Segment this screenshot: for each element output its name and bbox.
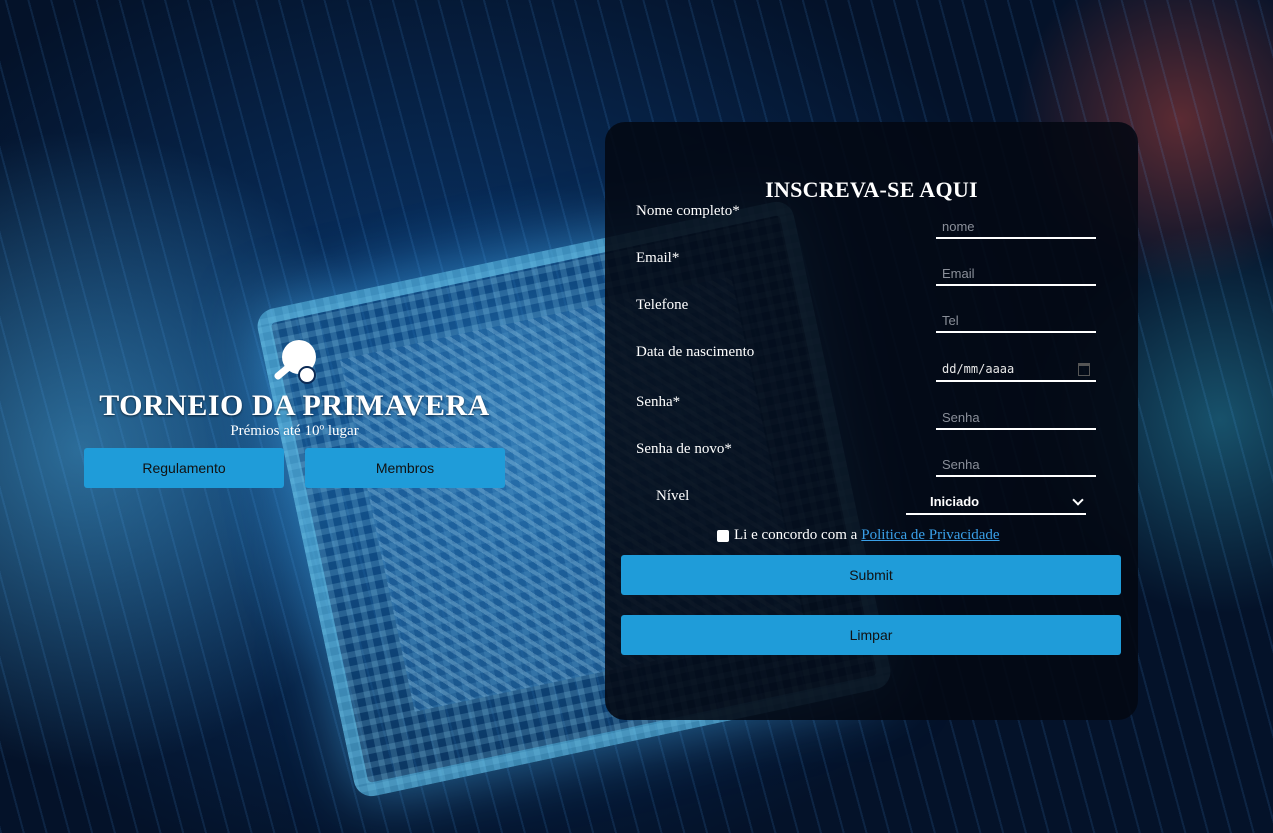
form-title: INSCREVA-SE AQUI — [765, 177, 978, 202]
ping-pong-icon — [269, 335, 321, 387]
calendar-icon[interactable] — [1078, 362, 1090, 376]
hero-subtitle: Prémios até 10º lugar — [230, 423, 359, 439]
name-label: Nome completo* — [636, 203, 740, 219]
consent-text: Li e concordo com a — [734, 527, 858, 543]
birthdate-field[interactable]: dd/mm/aaaa — [936, 358, 1096, 382]
consent-checkbox[interactable] — [717, 529, 729, 542]
password-label: Senha* — [636, 394, 681, 410]
submit-button[interactable]: Submit — [621, 555, 1121, 595]
phone-label: Telefone — [636, 297, 689, 313]
password-field[interactable] — [936, 406, 1096, 430]
registration-panel: INSCREVA-SE AQUI Nome completo* Email* T… — [605, 122, 1138, 720]
level-select[interactable]: Iniciado — [906, 489, 1086, 515]
hero-title: TORNEIO DA PRIMAVERA — [99, 389, 490, 422]
clear-button[interactable]: Limpar — [621, 615, 1121, 655]
rules-button[interactable]: Regulamento — [84, 448, 284, 488]
chevron-down-icon — [1072, 493, 1084, 506]
phone-field[interactable] — [936, 309, 1096, 333]
members-button[interactable]: Membros — [305, 448, 505, 488]
password-confirm-field[interactable] — [936, 453, 1096, 477]
consent-row: Li e concordo com a Politica de Privacid… — [717, 527, 1000, 544]
hero-section: TORNEIO DA PRIMAVERA Prémios até 10º lug… — [84, 335, 505, 488]
password-confirm-label: Senha de novo* — [636, 441, 732, 457]
level-value: Iniciado — [930, 493, 980, 509]
email-field[interactable] — [936, 262, 1096, 286]
email-label: Email* — [636, 250, 680, 266]
hero-buttons: Regulamento Membros — [84, 448, 505, 488]
name-field[interactable] — [936, 215, 1096, 239]
birthdate-label: Data de nascimento — [636, 344, 755, 360]
level-label: Nível — [656, 488, 690, 504]
birthdate-value: dd/mm/aaaa — [942, 362, 1015, 376]
privacy-policy-link[interactable]: Politica de Privacidade — [861, 527, 999, 544]
